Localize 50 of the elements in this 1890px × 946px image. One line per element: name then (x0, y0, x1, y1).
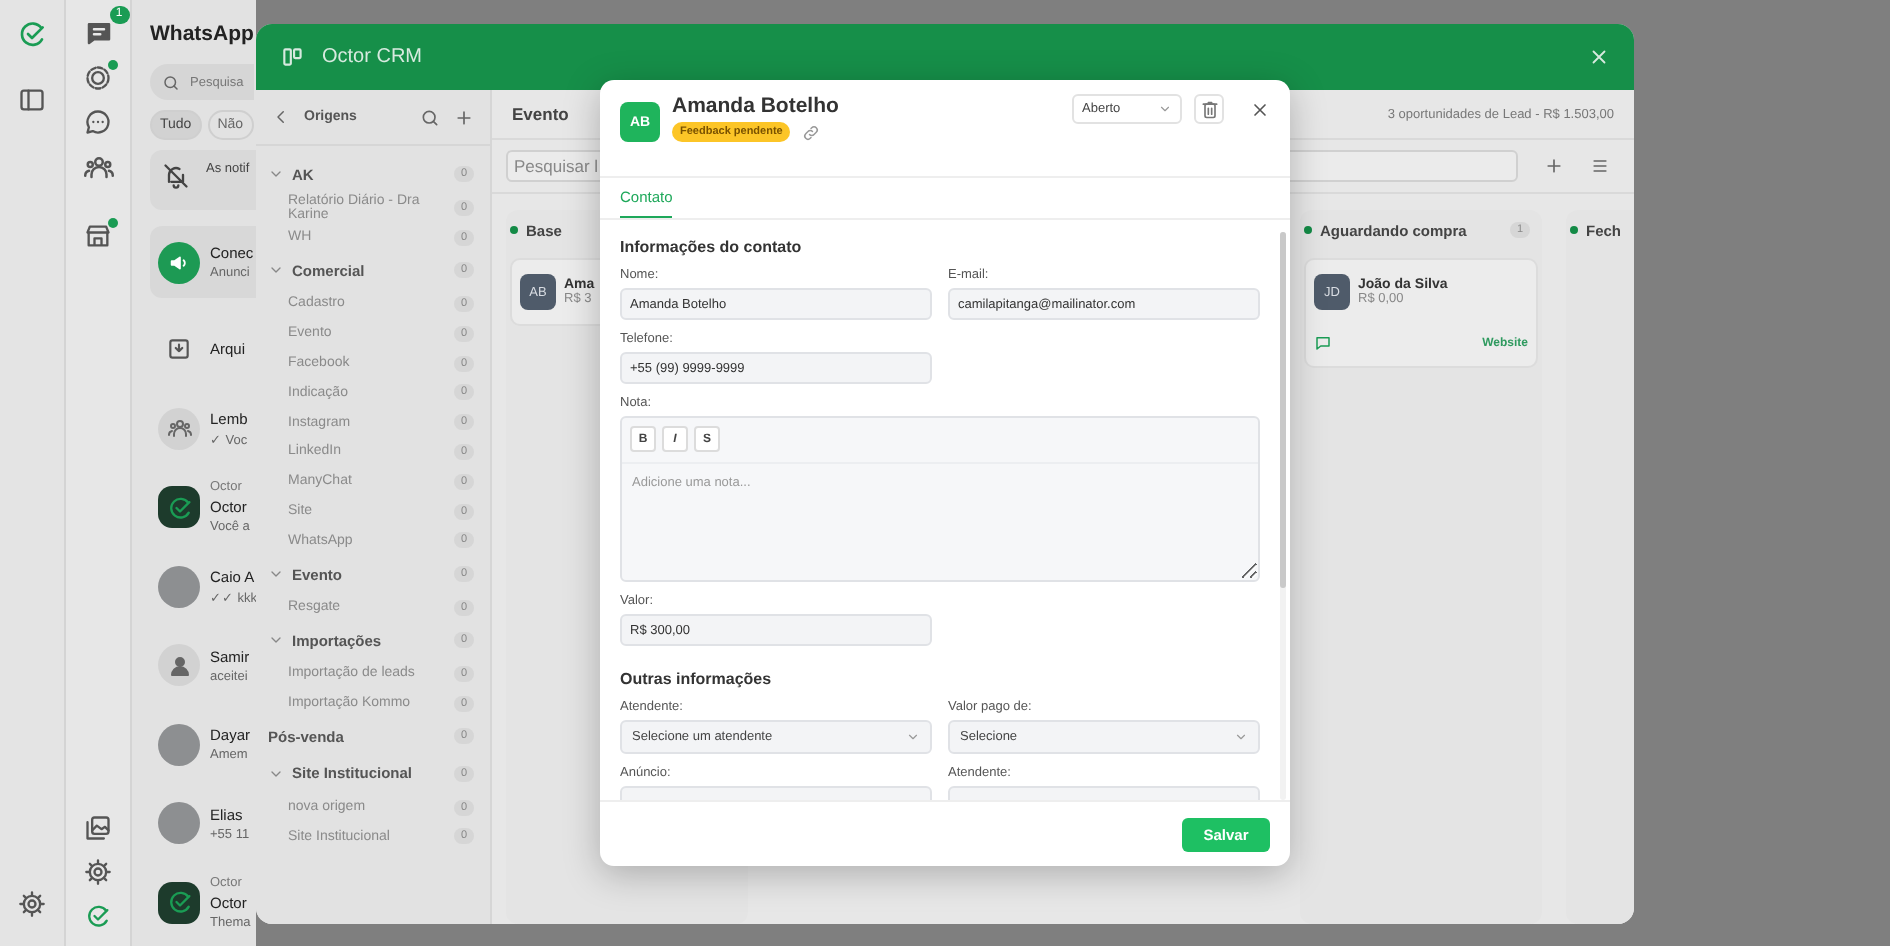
status-icon[interactable] (84, 64, 112, 92)
close-icon[interactable] (1250, 100, 1270, 120)
muted-bell-icon (162, 162, 190, 190)
megaphone-icon (168, 251, 190, 273)
chats-icon[interactable] (83, 18, 113, 48)
add-icon[interactable] (1544, 156, 1564, 176)
panel-icon[interactable] (18, 86, 46, 114)
link-icon[interactable] (802, 123, 821, 141)
notification-dot (108, 60, 118, 70)
person-icon (167, 653, 191, 678)
logo-icon (16, 18, 48, 50)
app-title: WhatsApp (150, 22, 256, 46)
board-icon (280, 44, 306, 70)
menu-icon[interactable] (1590, 156, 1610, 176)
scrollbar-thumb[interactable] (1280, 232, 1286, 588)
people-icon (167, 416, 191, 441)
status-dot (1570, 226, 1578, 234)
people-icon[interactable] (83, 152, 113, 182)
status-dot (510, 226, 518, 234)
scrollbar[interactable] (1280, 232, 1286, 800)
close-icon[interactable] (1588, 46, 1610, 68)
board-title: Evento (512, 104, 569, 124)
archive-icon (166, 336, 192, 363)
photo-placeholder (158, 565, 200, 608)
status-dot (1304, 226, 1312, 234)
delete-button[interactable] (1194, 94, 1224, 124)
photo-placeholder (158, 723, 200, 766)
gallery-icon[interactable] (84, 814, 112, 842)
logo-icon (165, 888, 193, 917)
settings-icon[interactable] (84, 858, 112, 886)
caret-icon (906, 730, 920, 744)
logo-icon (165, 493, 193, 522)
chat-bubble-icon[interactable] (84, 108, 112, 136)
back-icon[interactable] (272, 108, 290, 126)
contact-name: Amanda Botelho (672, 94, 841, 118)
store-icon[interactable] (84, 222, 112, 250)
caret-icon (1234, 730, 1248, 744)
photo-placeholder (158, 802, 200, 845)
trash-icon (1199, 99, 1219, 119)
settings-icon[interactable] (18, 890, 46, 918)
window-title: Octor CRM (322, 46, 422, 68)
section-title: Outras informações (620, 670, 774, 688)
logo-icon[interactable] (84, 902, 112, 930)
search-icon[interactable] (420, 107, 440, 127)
comment-icon[interactable] (1314, 334, 1332, 352)
section-title: Informações do contato (620, 238, 804, 256)
notification-dot (108, 218, 118, 228)
search-icon (162, 74, 180, 92)
add-icon[interactable] (454, 107, 474, 127)
caret-icon (1158, 102, 1172, 116)
